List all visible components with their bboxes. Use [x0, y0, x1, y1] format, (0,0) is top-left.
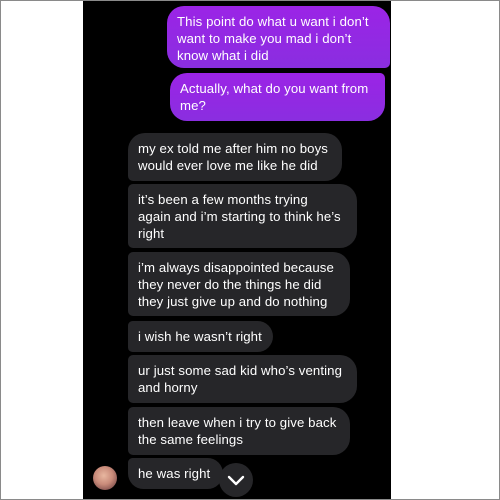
received-message[interactable]: it’s been a few months trying again and …: [128, 184, 357, 248]
received-message[interactable]: i’m always disappointed because they nev…: [128, 252, 350, 316]
chevron-down-icon: [226, 474, 246, 486]
screenshot-frame: This point do what u want i don’t want t…: [0, 0, 500, 500]
received-message[interactable]: ur just some sad kid who’s venting and h…: [128, 355, 357, 403]
received-message[interactable]: he was right: [128, 458, 223, 489]
received-message[interactable]: my ex told me after him no boys would ev…: [128, 133, 342, 181]
received-message[interactable]: then leave when i try to give back the s…: [128, 407, 350, 455]
sent-message[interactable]: This point do what u want i don’t want t…: [167, 6, 390, 68]
scroll-down-button[interactable]: [219, 463, 253, 497]
sent-message[interactable]: Actually, what do you want from me?: [170, 73, 385, 121]
avatar[interactable]: [93, 466, 117, 490]
received-message[interactable]: i wish he wasn’t right: [128, 321, 273, 352]
